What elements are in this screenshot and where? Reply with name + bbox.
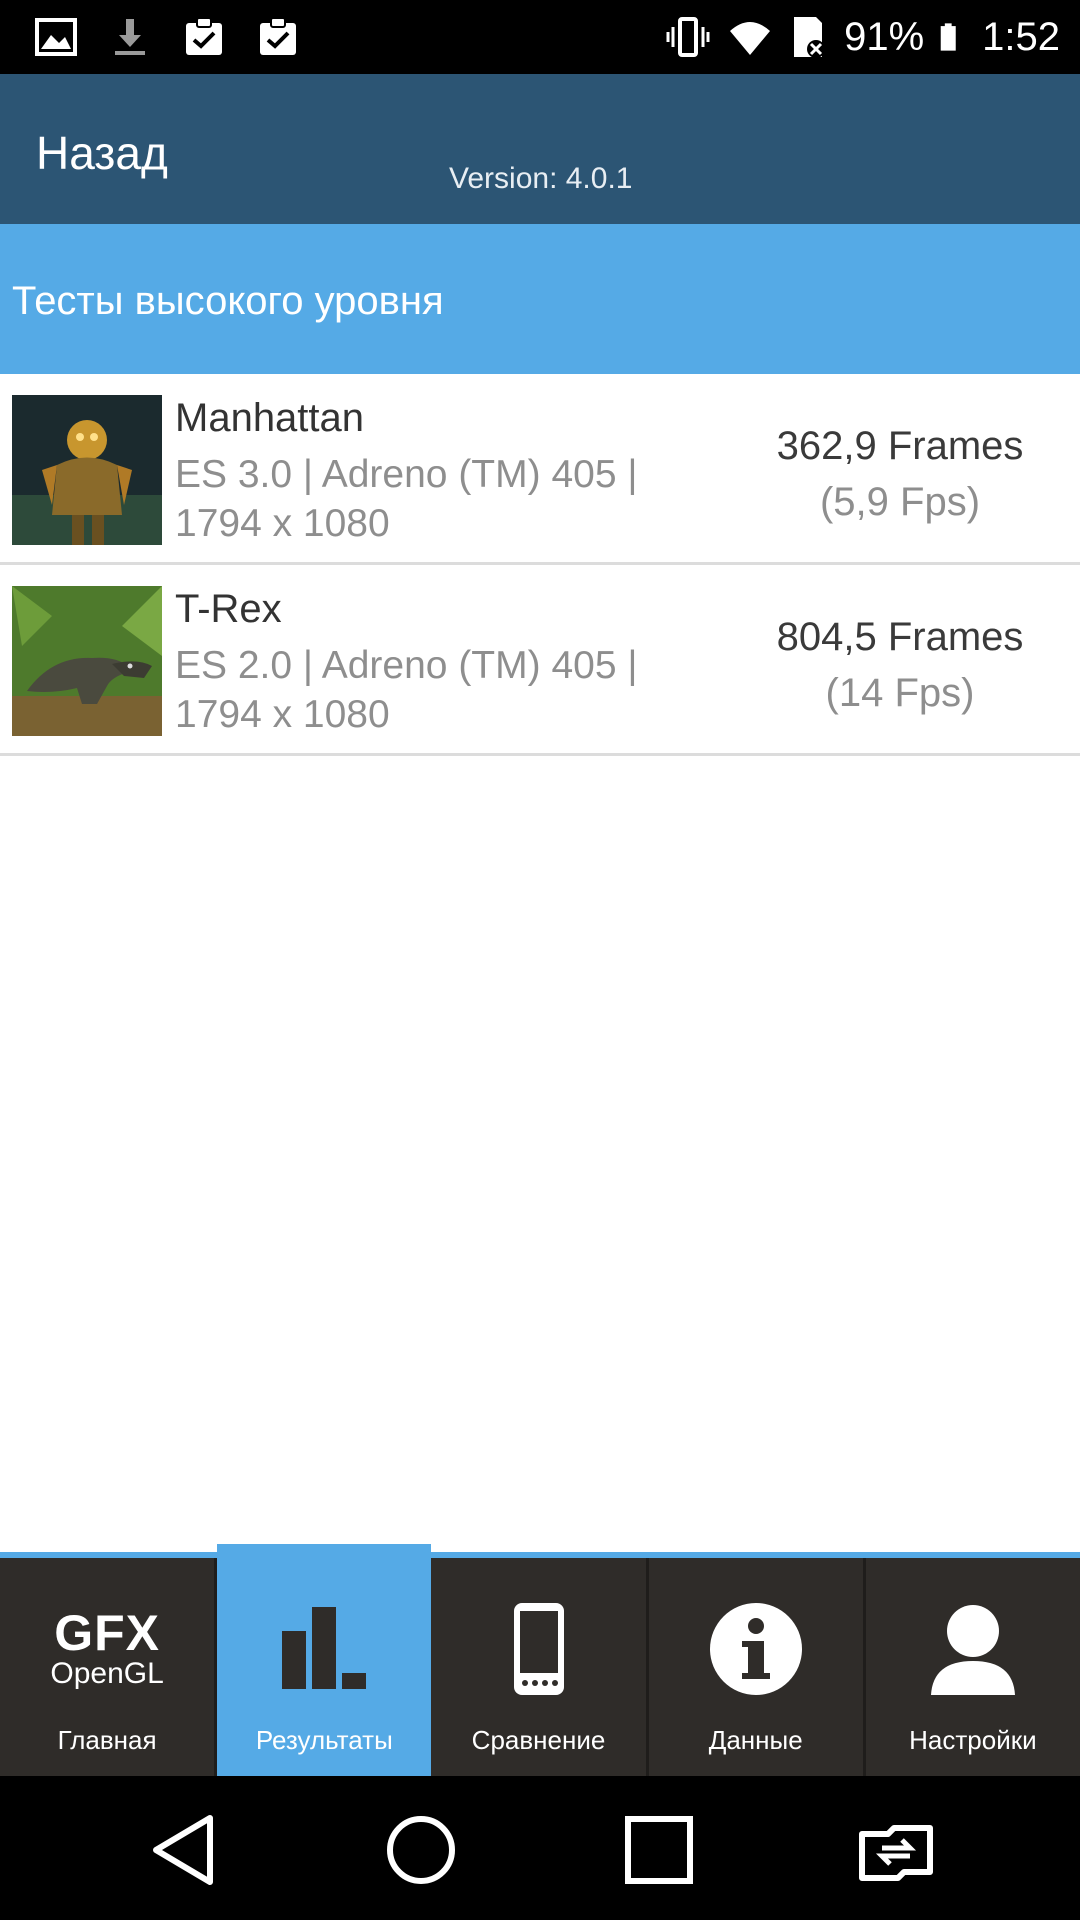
bottom-tab-bar: GFX OpenGL Главная Результаты Сравнение …	[0, 1544, 1080, 1776]
result-desc-line: 1794 x 1080	[175, 502, 390, 545]
notification-icons	[34, 14, 300, 60]
bar-chart-icon	[264, 1594, 384, 1704]
tab-label: Результаты	[255, 1725, 393, 1755]
version-label: Version: 4.0.1	[449, 162, 633, 195]
tab-home[interactable]: GFX OpenGL Главная	[0, 1558, 218, 1776]
download-icon	[115, 19, 145, 55]
result-fps: (14 Fps)	[825, 671, 975, 715]
result-name: T-Rex	[175, 587, 282, 631]
gfx-opengl-logo: GFX OpenGL	[47, 1594, 167, 1704]
clipboard-check-icon	[186, 17, 222, 55]
result-desc-line: 1794 x 1080	[175, 693, 390, 736]
app-header: Назад Version: 4.0.1	[0, 74, 1080, 224]
result-row-trex[interactable]: T-Rex ES 2.0 | Adreno (TM) 405 | 1794 x …	[0, 565, 1080, 756]
result-fps: (5,9 Fps)	[819, 480, 981, 524]
tab-label: Сравнение	[471, 1725, 606, 1755]
user-icon	[913, 1594, 1033, 1704]
manhattan-thumbnail	[12, 395, 162, 545]
tab-settings[interactable]: Настройки	[866, 1558, 1080, 1776]
tab-label: Настройки	[909, 1725, 1037, 1755]
result-desc-line: ES 2.0 | Adreno (TM) 405 |	[175, 644, 638, 687]
gfx-logo-text: GFX	[54, 1605, 160, 1661]
clipboard-check-icon	[260, 17, 296, 55]
recents-icon[interactable]	[619, 1810, 699, 1890]
home-icon[interactable]	[381, 1810, 461, 1890]
info-icon	[696, 1594, 816, 1704]
result-score: 362,9 Frames (5,9 Fps)	[740, 418, 1060, 530]
system-icons: 91% 1:52	[662, 10, 1060, 64]
tab-info[interactable]: Данные	[649, 1558, 866, 1776]
opengl-logo-text: OpenGL	[50, 1657, 164, 1690]
image-icon	[35, 18, 77, 56]
tab-label: Главная	[57, 1725, 157, 1755]
clock: 1:52	[982, 15, 1060, 59]
battery-icon	[940, 23, 956, 51]
system-navigation-bar	[0, 1776, 1080, 1920]
vibrate-icon	[666, 17, 710, 57]
result-frames: 362,9 Frames	[776, 424, 1024, 468]
result-desc-line: ES 3.0 | Adreno (TM) 405 |	[175, 453, 638, 496]
wifi-icon	[730, 22, 771, 55]
result-score: 804,5 Frames (14 Fps)	[740, 609, 1060, 721]
tab-results[interactable]: Результаты	[217, 1544, 432, 1776]
trex-thumbnail	[12, 586, 162, 736]
status-bar: 91% 1:52	[0, 0, 1080, 74]
sd-card-icon	[794, 17, 826, 58]
result-row-manhattan[interactable]: Manhattan ES 3.0 | Adreno (TM) 405 | 179…	[0, 374, 1080, 565]
result-frames: 804,5 Frames	[776, 615, 1024, 659]
switch-app-icon[interactable]	[856, 1810, 936, 1890]
tab-label: Данные	[708, 1725, 803, 1755]
phone-icon	[479, 1594, 599, 1704]
result-description: ES 2.0 | Adreno (TM) 405 | 1794 x 1080	[175, 641, 695, 739]
back-button[interactable]: Назад	[36, 126, 168, 180]
back-icon[interactable]	[146, 1810, 226, 1890]
section-title: Тесты высокого уровня	[12, 279, 444, 323]
battery-percent: 91%	[844, 15, 925, 59]
result-name: Manhattan	[175, 396, 365, 440]
result-description: ES 3.0 | Adreno (TM) 405 | 1794 x 1080	[175, 450, 695, 548]
tab-compare[interactable]: Сравнение	[431, 1558, 649, 1776]
section-header: Тесты высокого уровня	[0, 224, 1080, 374]
